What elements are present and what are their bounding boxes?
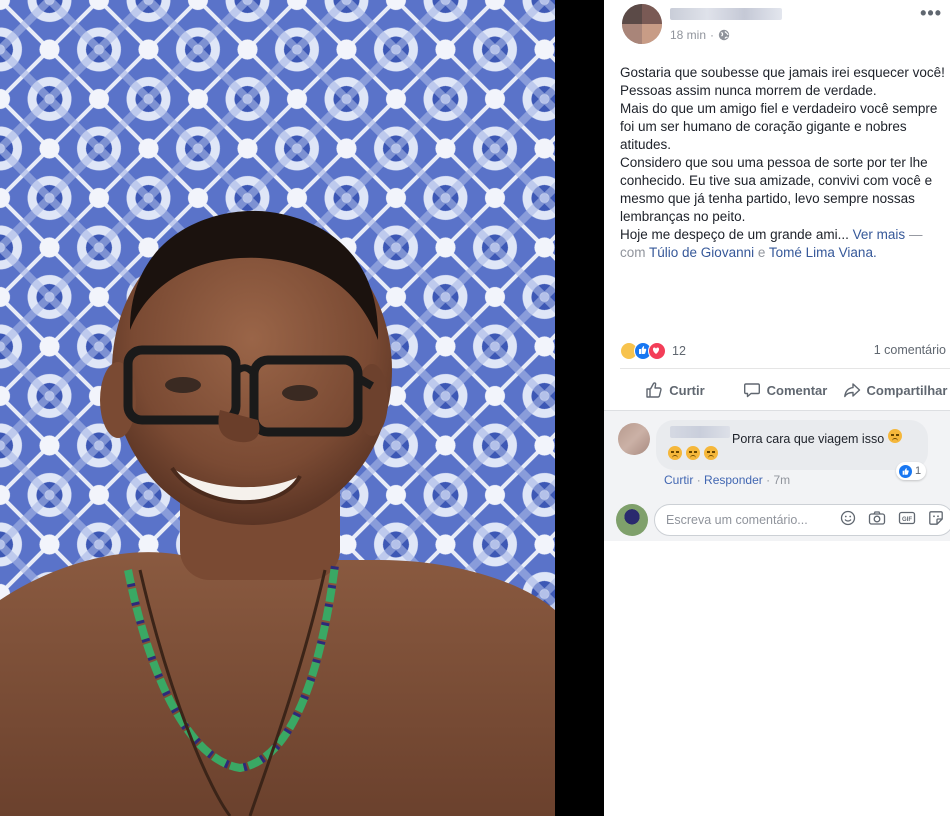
post-paragraph-2: Mais do que um amigo fiel e verdadeiro v…: [620, 101, 938, 152]
comment-button-label: Comentar: [766, 382, 828, 398]
like-icon: [899, 464, 912, 478]
post-body: Gostaria que soubesse que jamais irei es…: [620, 64, 946, 262]
share-button-label: Compartilhar: [866, 382, 948, 398]
comment-reply-link[interactable]: Responder: [704, 473, 763, 487]
like-button[interactable]: Curtir: [620, 372, 730, 408]
commenter-avatar[interactable]: [618, 423, 650, 455]
divider: [620, 368, 950, 369]
comment-button[interactable]: Comentar: [730, 372, 840, 408]
author-avatar[interactable]: [622, 4, 662, 44]
commenter-name-redacted[interactable]: [670, 426, 730, 438]
disappointed-emoji-icon: [887, 429, 902, 443]
reaction-count[interactable]: 12: [672, 344, 686, 358]
tag-dash: —: [908, 227, 923, 242]
sticker-icon[interactable]: [928, 510, 944, 531]
comment-actions: Curtir · Responder · 7m: [664, 473, 790, 487]
svg-text:GIF: GIF: [902, 517, 912, 523]
disappointed-emoji-icon: [668, 446, 682, 460]
see-more-link[interactable]: Ver mais: [853, 227, 906, 242]
disappointed-emoji-icon: [704, 446, 718, 460]
post-timestamp[interactable]: 18 min ·: [670, 28, 730, 42]
post-time-separator: ·: [710, 28, 715, 42]
post-options-button[interactable]: •••: [920, 4, 942, 22]
like-icon: [646, 382, 662, 398]
share-icon: [843, 383, 860, 398]
share-button[interactable]: Compartilhar: [840, 372, 950, 408]
post-time-text[interactable]: 18 min: [670, 28, 706, 42]
comment-action-separator: ·: [766, 473, 771, 487]
love-reaction-icon: [648, 342, 666, 360]
post-tags: com Túlio de Giovanni e Tomé Lima Viana.: [620, 244, 946, 262]
tagged-user-1[interactable]: Túlio de Giovanni: [649, 245, 754, 260]
comment-like-badge[interactable]: 1: [896, 462, 927, 480]
post-truncated-text: Hoje me despeço de um grande ami...: [620, 227, 849, 242]
like-button-label: Curtir: [669, 382, 705, 398]
composer-icons: GIF: [840, 510, 944, 531]
comment-like-count: 1: [915, 465, 922, 477]
tag-and: e: [757, 245, 766, 260]
author-name-redacted[interactable]: [670, 8, 782, 20]
tag-prefix: com: [620, 245, 646, 260]
gif-icon[interactable]: GIF: [898, 510, 916, 531]
comment-time[interactable]: 7m: [773, 473, 790, 487]
post-paragraph-1: Gostaria que soubesse que jamais irei es…: [620, 65, 945, 98]
comment-count[interactable]: 1 comentário: [874, 343, 946, 357]
camera-icon[interactable]: [868, 510, 886, 531]
photo-image: [0, 0, 604, 816]
reaction-summary[interactable]: 12: [620, 342, 686, 360]
comment-text-line: Porra cara que viagem isso: [732, 429, 902, 446]
post-actions: Curtir Comentar Compartilhar: [620, 372, 950, 408]
post-panel: 18 min · ••• Gostaria que soubesse que j…: [604, 0, 950, 816]
post-paragraph-3: Considero que sou uma pessoa de sorte po…: [620, 155, 933, 224]
post-photo[interactable]: [0, 0, 604, 816]
comment-emoji-line: [668, 446, 718, 460]
current-user-avatar[interactable]: [616, 504, 648, 536]
emoji-icon[interactable]: [840, 510, 856, 531]
post-paragraph-4: Hoje me despeço de um grande ami... Ver …: [620, 226, 946, 244]
comment-like-link[interactable]: Curtir: [664, 473, 693, 487]
tagged-user-2[interactable]: Tomé Lima Viana: [769, 245, 873, 260]
tag-period: .: [872, 245, 877, 260]
comment-action-separator: ·: [696, 473, 701, 487]
comment-icon: [743, 383, 760, 398]
comment-text: Porra cara que viagem isso: [732, 432, 885, 446]
disappointed-emoji-icon: [686, 446, 700, 460]
comment-input-placeholder: Escreva um comentário...: [666, 513, 808, 527]
globe-icon: [718, 29, 730, 41]
